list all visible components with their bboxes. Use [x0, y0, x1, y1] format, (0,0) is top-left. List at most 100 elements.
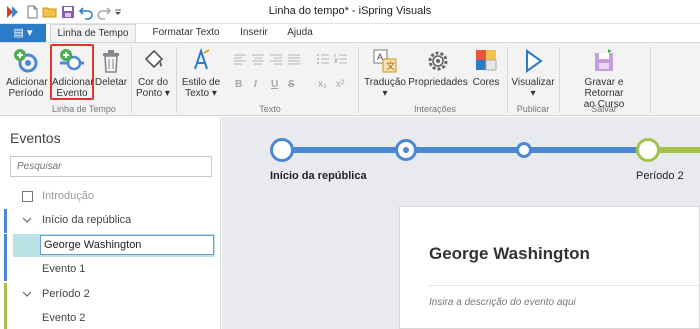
- view-dropdown-icon: ▾: [530, 88, 536, 99]
- ribbon-tab-bar: ▤ ▾ Linha de Tempo Formatar Texto Inseri…: [0, 24, 700, 42]
- chevron-down-icon[interactable]: [22, 289, 32, 299]
- group-label-save: Salvar: [591, 104, 617, 114]
- gear-icon: [428, 51, 448, 71]
- list-item-label: Início da república: [42, 214, 132, 226]
- events-panel: Eventos Introdução Início da república E…: [0, 117, 221, 329]
- translation-label: Tradução ▾: [364, 77, 406, 99]
- timeline-label-start: Início da república: [270, 170, 367, 182]
- ribbon-separator: [131, 47, 132, 113]
- trash-icon: [103, 50, 119, 73]
- add-period-label-2: Período: [8, 88, 44, 99]
- save-and-return-button[interactable]: Gravar e Retornar ao Curso: [564, 47, 644, 110]
- list-item-label: Período 2: [42, 288, 90, 300]
- list-item-label: Introdução: [42, 190, 94, 202]
- add-period-label-1: Adicionar: [6, 77, 48, 88]
- svg-text:A: A: [377, 52, 383, 62]
- point-color-label-1: Cor do: [137, 77, 168, 88]
- subscript-button[interactable]: x₂: [318, 79, 327, 90]
- timeline-event-node[interactable]: [516, 142, 532, 158]
- event-card-title[interactable]: George Washington: [429, 244, 590, 264]
- justify-icon[interactable]: [287, 53, 301, 68]
- colors-button[interactable]: Cores: [470, 47, 502, 88]
- search-input[interactable]: [10, 156, 212, 177]
- group-label-publish: Publicar: [516, 104, 550, 114]
- list-item-periodo-2[interactable]: Período 2: [0, 283, 220, 329]
- list-item-george-washington[interactable]: [13, 234, 215, 257]
- italic-button[interactable]: I: [254, 79, 257, 90]
- ribbon-separator: [559, 47, 560, 113]
- bullet-list-icon[interactable]: [316, 53, 330, 68]
- timeline-label-period-2: Período 2: [636, 170, 684, 182]
- add-event-label-2: Evento: [56, 88, 88, 99]
- align-center-icon[interactable]: [251, 53, 265, 68]
- point-color-button[interactable]: Cor do Ponto ▾: [134, 47, 172, 99]
- ribbon-separator: [650, 47, 651, 113]
- list-item-inicio-republica[interactable]: Início da república: [0, 209, 220, 233]
- align-left-icon[interactable]: [233, 53, 247, 68]
- title-bar: Linha do tempo* - iSpring Visuals: [0, 0, 700, 24]
- list-item-evento-2[interactable]: Evento 2: [0, 307, 220, 329]
- group-label-text: Texto: [259, 104, 281, 114]
- paint-bucket-icon: [144, 49, 164, 69]
- delete-label: Deletar: [94, 77, 128, 88]
- period-color-bar: [4, 209, 7, 233]
- colors-label: Cores: [472, 77, 500, 88]
- bold-button[interactable]: B: [235, 79, 242, 90]
- save-return-label-1: Gravar e Retornar: [584, 77, 624, 99]
- event-name-input[interactable]: [40, 235, 214, 255]
- group-label-timeline: Linha de Tempo: [52, 104, 116, 114]
- list-item-evento-1[interactable]: Evento 1: [0, 258, 220, 282]
- timeline-period-node[interactable]: [270, 138, 294, 162]
- add-period-button[interactable]: Adicionar Período: [6, 47, 48, 99]
- divider: [429, 285, 699, 286]
- ribbon: Adicionar Período Adicionar Evento Delet…: [0, 42, 700, 116]
- app-menu-button[interactable]: ▤ ▾: [0, 24, 46, 42]
- period-1-line: [282, 147, 648, 153]
- list-item-introducao[interactable]: Introdução: [0, 185, 220, 209]
- properties-label: Propriedades: [408, 77, 468, 88]
- point-color-label-2: Ponto ▾: [136, 88, 170, 99]
- chevron-down-icon[interactable]: [22, 215, 32, 225]
- tab-formatar-texto[interactable]: Formatar Texto: [146, 24, 226, 42]
- view-button[interactable]: Visualizar ▾: [510, 47, 556, 99]
- add-period-icon: [14, 49, 38, 73]
- timeline-canvas: Início da república Período 2 George Was…: [222, 117, 700, 329]
- event-description-placeholder[interactable]: Insira a descrição do evento aqui: [429, 297, 576, 308]
- align-right-icon[interactable]: [269, 53, 283, 68]
- superscript-button[interactable]: x²: [336, 79, 344, 90]
- add-event-button[interactable]: Adicionar Evento: [52, 47, 94, 99]
- numbered-list-icon[interactable]: [334, 53, 348, 68]
- ribbon-separator: [358, 47, 359, 113]
- timeline-event-node-selected[interactable]: [395, 139, 417, 161]
- properties-button[interactable]: Propriedades: [408, 47, 468, 88]
- text-style-label-2: Texto ▾: [185, 88, 217, 99]
- text-style-button[interactable]: Estilo de Texto ▾: [180, 47, 222, 99]
- checkbox[interactable]: [22, 191, 33, 202]
- text-style-label-1: Estilo de: [181, 77, 221, 88]
- tab-ajuda[interactable]: Ajuda: [282, 24, 318, 42]
- tab-inserir[interactable]: Inserir: [232, 24, 276, 42]
- color-palette-icon: [476, 50, 497, 71]
- ribbon-separator: [507, 47, 508, 113]
- svg-text:文: 文: [386, 60, 395, 71]
- underline-button[interactable]: U: [271, 79, 278, 90]
- add-event-label-1: Adicionar: [52, 77, 94, 88]
- translation-button[interactable]: A 文 Tradução ▾: [364, 47, 406, 99]
- list-item-label: Evento 2: [42, 312, 86, 324]
- add-event-icon: [60, 49, 84, 71]
- translation-icon: A 文: [373, 49, 397, 73]
- window-title: Linha do tempo* - iSpring Visuals: [268, 5, 432, 17]
- event-card: George Washington Insira a descrição do …: [399, 206, 700, 329]
- ribbon-separator: [176, 47, 177, 113]
- delete-button[interactable]: Deletar: [94, 47, 128, 88]
- list-item-label: Evento 1: [42, 263, 86, 275]
- view-label: Visualizar: [511, 77, 555, 88]
- strikethrough-button[interactable]: S: [288, 79, 295, 90]
- save-return-icon: [595, 49, 613, 71]
- play-icon: [526, 49, 543, 73]
- text-style-icon: [194, 47, 210, 70]
- tab-linha-de-tempo[interactable]: Linha de Tempo: [50, 24, 136, 42]
- events-heading: Eventos: [10, 130, 61, 146]
- timeline-period-node[interactable]: [636, 138, 660, 162]
- group-label-interactions: Interações: [413, 104, 457, 114]
